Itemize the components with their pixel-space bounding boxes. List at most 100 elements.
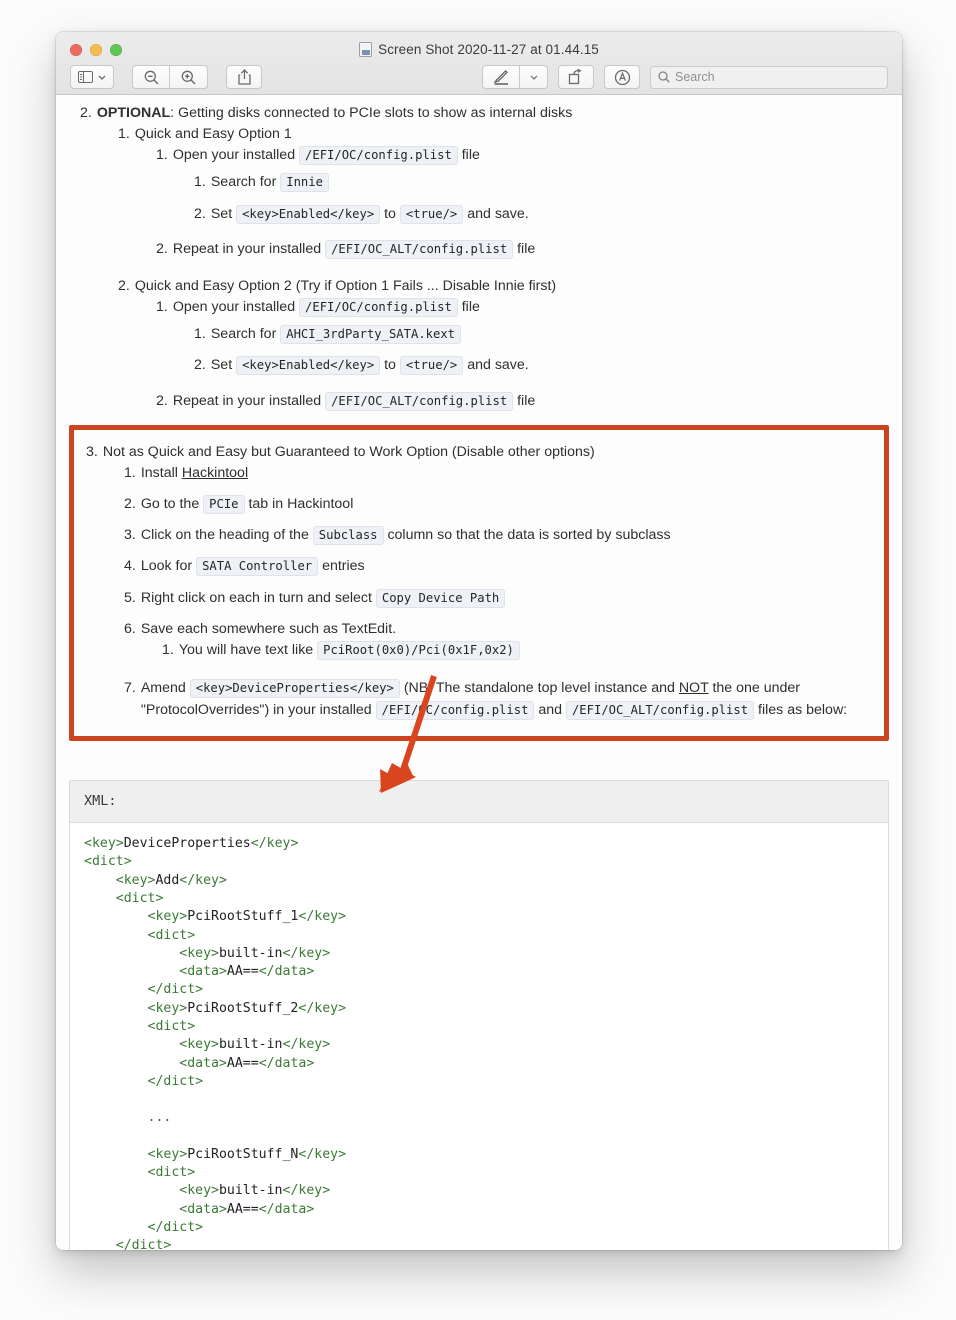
xml-tag-open: </dict> bbox=[84, 982, 204, 998]
step-text-pre: Set bbox=[210, 205, 237, 222]
code-deviceproperties-key: <key>DeviceProperties</key> bbox=[189, 678, 400, 698]
rotate-button[interactable] bbox=[558, 65, 594, 89]
list-number: 4. bbox=[124, 558, 136, 575]
xml-tag-open: <key> bbox=[84, 872, 156, 888]
list-text: Go to the PCIe tab in Hackintool bbox=[141, 494, 872, 515]
list-item-optional: 2. OPTIONAL: Getting disks connected to … bbox=[80, 103, 892, 123]
xml-line: ... bbox=[84, 1110, 172, 1126]
list-text: Open your installed /EFI/OC/config.plist… bbox=[172, 145, 892, 166]
list-number: 1. bbox=[156, 147, 168, 164]
annotate-button[interactable] bbox=[604, 65, 640, 89]
search-input[interactable]: Search bbox=[675, 70, 715, 84]
option1-step2: 2. Repeat in your installed /EFI/OC_ALT/… bbox=[156, 239, 892, 259]
zoom-in-icon bbox=[181, 70, 196, 85]
code-column-name: Subclass bbox=[312, 526, 384, 546]
markup-button[interactable] bbox=[482, 65, 520, 89]
code-path: /EFI/OC/config.plist bbox=[299, 298, 458, 318]
xml-tag-close: </key> bbox=[282, 1037, 331, 1053]
share-button[interactable] bbox=[226, 65, 262, 89]
option3-step1: 1. Install Hackintool bbox=[124, 463, 872, 483]
list-number: 2. bbox=[156, 240, 168, 257]
xml-line: <key>built-in</key> bbox=[84, 1182, 874, 1200]
xml-line: <key>PciRootStuff_N</key> bbox=[84, 1146, 874, 1164]
xml-tag-open: <dict> bbox=[84, 890, 164, 906]
list-number: 2. bbox=[156, 392, 168, 409]
document-body: 2. OPTIONAL: Getting disks connected to … bbox=[66, 103, 892, 1250]
screenshot-page: Screen Shot 2020-11-27 at 01.44.15 Searc… bbox=[0, 0, 956, 1320]
option1-step1: 1. Open your installed /EFI/OC/config.pl… bbox=[156, 145, 892, 166]
xml-line: </dict> bbox=[84, 981, 874, 999]
xml-tag-close: </key> bbox=[179, 872, 227, 888]
xml-line: <dict> bbox=[84, 1018, 874, 1036]
hackintool-link[interactable]: Hackintool bbox=[182, 465, 248, 481]
option2-title: Quick and Easy Option 2 (Try if Option 1… bbox=[134, 277, 557, 294]
markup-options-button[interactable] bbox=[520, 65, 548, 89]
xml-tag-open: <dict> bbox=[84, 1018, 196, 1034]
list-number: 1. bbox=[162, 641, 174, 658]
xml-tag-open: <dict> bbox=[84, 1165, 196, 1181]
list-text: Set <key>Enabled</key> to <true/> and sa… bbox=[211, 355, 892, 376]
xml-value: AA== bbox=[226, 1201, 259, 1217]
xml-tag-open: <dict> bbox=[84, 927, 196, 943]
xml-tag-close: </data> bbox=[258, 1055, 315, 1071]
code-path: /EFI/OC_ALT/config.plist bbox=[325, 239, 514, 259]
step-text-pre: Open your installed bbox=[172, 147, 300, 164]
search-field[interactable]: Search bbox=[650, 65, 888, 89]
xml-line: <dict> bbox=[84, 927, 874, 945]
list-text: Click on the heading of the Subclass col… bbox=[140, 525, 872, 546]
xml-tag-open: </dict> bbox=[84, 1220, 204, 1236]
list-text: Search for AHCI_3rdParty_SATA.kext bbox=[211, 324, 892, 345]
step-text-pre: Install bbox=[140, 464, 182, 481]
xml-value: built-in bbox=[218, 945, 283, 961]
step-text-mid3: and bbox=[534, 701, 566, 718]
xml-line: </dict> bbox=[84, 1219, 874, 1237]
step-text-post: and save. bbox=[463, 357, 529, 374]
xml-tag-open: </dict> bbox=[84, 1238, 172, 1250]
xml-line: <key>PciRootStuff_1</key> bbox=[84, 908, 874, 926]
list-number: 2. bbox=[118, 277, 130, 294]
list-number: 1. bbox=[194, 326, 206, 343]
step-text-pre: Amend bbox=[140, 679, 190, 696]
highlighted-option3-box: 3. Not as Quick and Easy but Guaranteed … bbox=[69, 424, 889, 741]
list-text: OPTIONAL: Getting disks connected to PCI… bbox=[97, 103, 892, 123]
zoom-in-button[interactable] bbox=[170, 65, 208, 89]
xml-line: <dict> bbox=[84, 890, 874, 908]
xml-value: PciRootStuff_2 bbox=[187, 1000, 299, 1016]
list-text: Install Hackintool bbox=[141, 463, 872, 483]
xml-line: <key>PciRootStuff_2</key> bbox=[84, 1000, 874, 1018]
xml-value: PciRootStuff_1 bbox=[187, 909, 299, 925]
option3-step5: 5. Right click on each in turn and selec… bbox=[124, 588, 872, 608]
xml-line: <dict> bbox=[84, 853, 874, 871]
list-number: 1. bbox=[156, 299, 168, 316]
option1-title: Quick and Easy Option 1 bbox=[134, 126, 292, 143]
zoom-out-icon bbox=[144, 70, 159, 85]
xml-value: AA== bbox=[226, 1055, 259, 1071]
xml-tag-open: <key> bbox=[84, 945, 219, 961]
option1-step1-sub1: 1. Search for Innie bbox=[194, 172, 892, 193]
list-text: Repeat in your installed /EFI/OC_ALT/con… bbox=[173, 391, 892, 411]
xml-tag-open: <data> bbox=[84, 1055, 227, 1071]
sidebar-toggle-button[interactable] bbox=[70, 65, 114, 89]
option2-step1-sub2: 2. Set <key>Enabled</key> to <true/> and… bbox=[194, 355, 892, 376]
step-text-pre: Look for bbox=[140, 558, 197, 575]
zoom-button-group bbox=[132, 65, 208, 89]
list-number: 2. bbox=[194, 205, 206, 222]
zoom-out-button[interactable] bbox=[132, 65, 170, 89]
step-text-post: column so that the data is sorted by sub… bbox=[383, 527, 671, 544]
option1-step1-sub2: 2. Set <key>Enabled</key> to <true/> and… bbox=[194, 204, 892, 224]
list-number: 2. bbox=[124, 496, 136, 513]
emphasis-not: NOT bbox=[678, 679, 709, 696]
window-title-group: Screen Shot 2020-11-27 at 01.44.15 bbox=[56, 42, 902, 57]
window-titlebar: Screen Shot 2020-11-27 at 01.44.15 Searc… bbox=[56, 32, 902, 95]
code-keyword: Innie bbox=[280, 173, 329, 193]
xml-tag-open: </dict> bbox=[84, 1073, 204, 1089]
code-menu-item: Copy Device Path bbox=[375, 588, 506, 608]
option3-step6: 6. Save each somewhere such as TextEdit. bbox=[124, 619, 872, 639]
step-text-pre: Click on the heading of the bbox=[140, 527, 313, 544]
step-text-post: entries bbox=[318, 558, 365, 575]
option3-step6-sub1: 1. You will have text like PciRoot(0x0)/… bbox=[162, 640, 872, 660]
xml-panel-header: XML: bbox=[70, 780, 888, 824]
code-key: <key>Enabled</key> bbox=[236, 356, 381, 376]
annotate-icon bbox=[614, 69, 631, 86]
option3-step4: 4. Look for SATA Controller entries bbox=[124, 556, 872, 577]
